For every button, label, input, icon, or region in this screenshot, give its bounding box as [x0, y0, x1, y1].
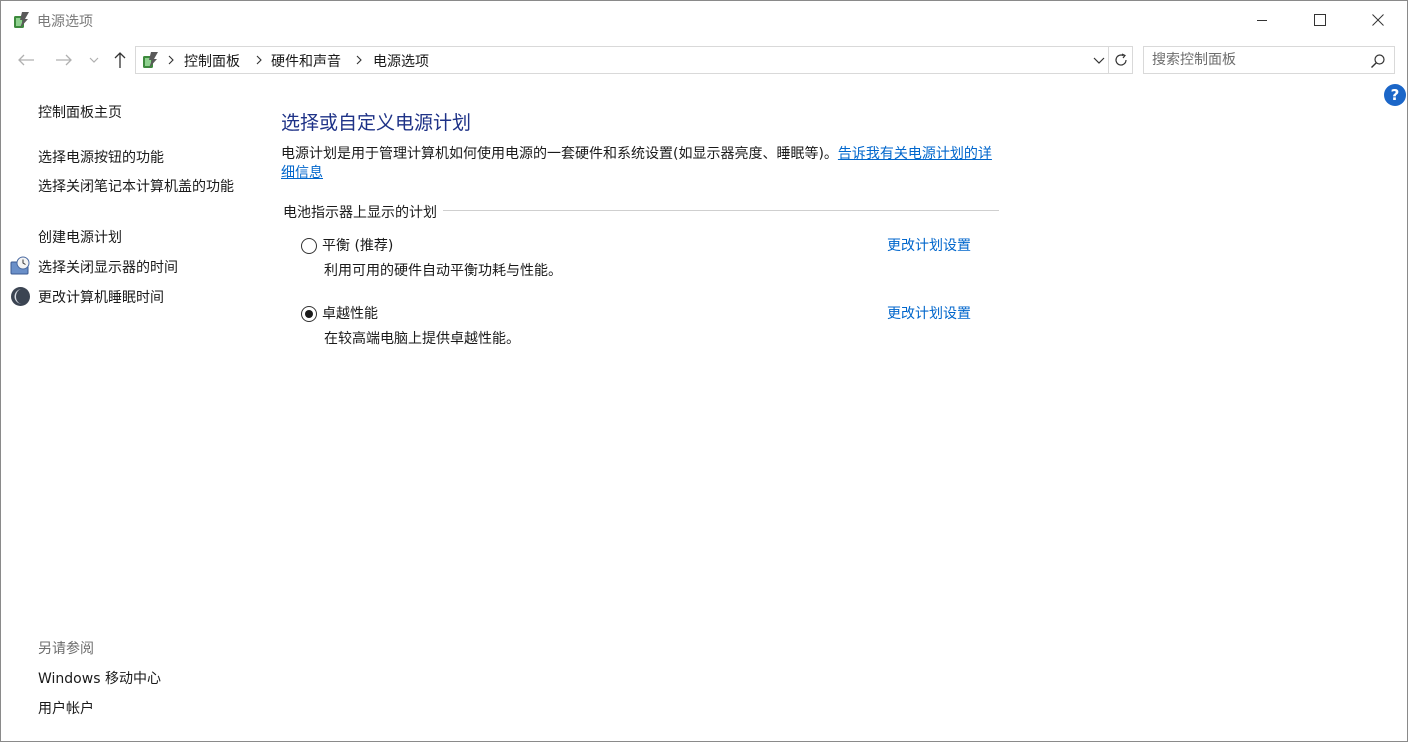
search-input[interactable]: [1152, 51, 1362, 69]
help-icon[interactable]: ?: [1384, 84, 1406, 106]
sleep-moon-icon: [11, 287, 30, 306]
chevron-down-icon: [1093, 57, 1105, 64]
breadcrumb-control-panel[interactable]: 控制面板: [184, 51, 240, 71]
power-options-window: 电源选项 控制面板 硬件和声音 电源选项 搜索控制面板 ? 控制面板主页 选择电…: [0, 0, 1408, 742]
change-plan-settings-link[interactable]: 更改计划设置: [887, 303, 971, 323]
change-plan-settings-link[interactable]: 更改计划设置: [887, 235, 971, 255]
sidebar-item-sleep-time[interactable]: 更改计算机睡眠时间: [38, 287, 164, 307]
plan-description: 利用可用的硬件自动平衡功耗与性能。: [324, 263, 562, 279]
plan-name[interactable]: 卓越性能: [322, 303, 378, 323]
group-label: 电池指示器上显示的计划: [283, 202, 443, 222]
breadcrumb-hardware-sound[interactable]: 硬件和声音: [271, 51, 341, 71]
see-also-mobility-center[interactable]: Windows 移动中心: [38, 668, 161, 688]
refresh-icon: [1114, 53, 1127, 66]
sidebar-item-power-button[interactable]: 选择电源按钮的功能: [38, 147, 164, 167]
address-bar[interactable]: 控制面板 硬件和声音 电源选项: [135, 46, 1109, 74]
display-timer-icon: [10, 256, 30, 275]
radio-selected-dot: [305, 310, 313, 318]
minimize-button[interactable]: [1233, 1, 1291, 39]
chevron-right-icon[interactable]: [166, 53, 176, 67]
sidebar-item-create-plan[interactable]: 创建电源计划: [38, 227, 122, 247]
plan-name[interactable]: 平衡 (推荐): [322, 235, 393, 255]
page-title: 选择或自定义电源计划: [281, 112, 472, 134]
navigation-bar: 控制面板 硬件和声音 电源选项: [1, 41, 1407, 79]
power-options-icon: [14, 12, 29, 28]
power-options-icon: [143, 52, 158, 68]
plan-description: 在较高端电脑上提供卓越性能。: [324, 331, 520, 347]
address-history-dropdown[interactable]: [1089, 47, 1109, 75]
plan-balanced-radio[interactable]: [301, 238, 317, 254]
arrow-right-icon: [56, 54, 72, 66]
arrow-up-icon: [114, 52, 126, 68]
minimize-icon: [1257, 20, 1267, 21]
search-box[interactable]: [1143, 46, 1395, 74]
window-title: 电源选项: [37, 14, 93, 30]
see-also-heading: 另请参阅: [38, 641, 94, 657]
recent-locations-button[interactable]: [85, 50, 103, 70]
close-icon: [1372, 14, 1384, 26]
sidebar-item-lid-close[interactable]: 选择关闭笔记本计算机盖的功能: [38, 177, 243, 197]
description-text: 电源计划是用于管理计算机如何使用电源的一套硬件和系统设置(如显示器亮度、睡眠等)…: [281, 146, 838, 162]
see-also-user-accounts[interactable]: 用户帐户: [38, 698, 94, 718]
breadcrumb-power-options[interactable]: 电源选项: [373, 51, 429, 71]
forward-button[interactable]: [51, 50, 77, 70]
chevron-down-icon: [89, 57, 99, 63]
sidebar-item-control-panel-home[interactable]: 控制面板主页: [38, 102, 122, 122]
title-bar: 电源选项: [1, 1, 1407, 39]
maximize-button[interactable]: [1291, 1, 1349, 39]
chevron-right-icon[interactable]: [354, 53, 364, 67]
arrow-left-icon: [18, 54, 34, 66]
up-button[interactable]: [107, 50, 133, 70]
sidebar-item-display-off[interactable]: 选择关闭显示器的时间: [38, 257, 178, 277]
back-button[interactable]: [13, 50, 39, 70]
close-button[interactable]: [1349, 1, 1407, 39]
plan-ultimate-radio[interactable]: [301, 306, 317, 322]
maximize-icon: [1314, 14, 1326, 26]
chevron-right-icon[interactable]: [254, 53, 264, 67]
refresh-button[interactable]: [1109, 46, 1133, 74]
page-description: 电源计划是用于管理计算机如何使用电源的一套硬件和系统设置(如显示器亮度、睡眠等)…: [281, 145, 1001, 183]
search-icon[interactable]: [1370, 53, 1386, 69]
